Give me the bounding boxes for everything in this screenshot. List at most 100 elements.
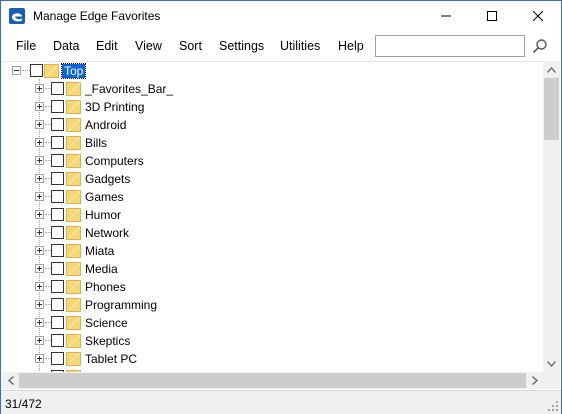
folder-icon: [66, 189, 81, 204]
favorites-tree[interactable]: Top _Favorites_Bar_ 3D Printing Android Bil…: [2, 61, 543, 372]
expand-icon[interactable]: [35, 156, 44, 165]
menu-help[interactable]: Help: [338, 39, 364, 53]
tree-node-label[interactable]: Programming: [85, 298, 157, 312]
vertical-scroll-thumb[interactable]: [544, 78, 559, 140]
tree-node-row[interactable]: _Favorites_Bar_: [2, 80, 543, 98]
expand-icon[interactable]: [35, 228, 44, 237]
scroll-up-button[interactable]: [543, 61, 560, 78]
tree-node-label[interactable]: Media: [85, 262, 118, 276]
tree-node-row[interactable]: Media: [2, 260, 543, 278]
tree-checkbox[interactable]: [51, 280, 64, 293]
tree-checkbox[interactable]: [51, 100, 64, 113]
tree-checkbox[interactable]: [51, 82, 64, 95]
menu-settings[interactable]: Settings: [219, 39, 264, 53]
expand-icon[interactable]: [35, 102, 44, 111]
tree-node-label[interactable]: Tablet PC: [85, 352, 137, 366]
tree-checkbox[interactable]: [51, 244, 64, 257]
tree-node-row[interactable]: Phones: [2, 278, 543, 296]
expand-icon[interactable]: [35, 84, 44, 93]
search-input[interactable]: [375, 35, 525, 57]
tree-node-label[interactable]: Phones: [85, 280, 126, 294]
chevron-down-icon: [547, 360, 556, 367]
expand-icon[interactable]: [35, 246, 44, 255]
maximize-button[interactable]: [469, 1, 515, 31]
tree-node-row[interactable]: Tablet PC: [2, 350, 543, 368]
folder-icon: [66, 351, 81, 366]
tree-node-label[interactable]: Skeptics: [85, 334, 130, 348]
title-bar[interactable]: Manage Edge Favorites: [1, 1, 561, 31]
expand-icon[interactable]: [35, 120, 44, 129]
tree-checkbox[interactable]: [51, 226, 64, 239]
menu-file[interactable]: File: [16, 39, 36, 53]
menu-view[interactable]: View: [135, 39, 162, 53]
resize-grip-icon[interactable]: [547, 400, 559, 412]
tree-checkbox[interactable]: [51, 190, 64, 203]
folder-icon: [66, 153, 81, 168]
tree-node-row[interactable]: Computers: [2, 152, 543, 170]
tree-node-label[interactable]: Games: [85, 190, 124, 204]
tree-node-label[interactable]: Bills: [85, 136, 107, 150]
tree-checkbox[interactable]: [51, 136, 64, 149]
tree-node-row[interactable]: Science: [2, 314, 543, 332]
tree-node-row[interactable]: Skeptics: [2, 332, 543, 350]
folder-icon: [66, 99, 81, 114]
tree-node-label[interactable]: Miata: [85, 244, 114, 258]
search-button[interactable]: [529, 35, 551, 57]
collapse-icon[interactable]: [12, 66, 21, 75]
tree-checkbox[interactable]: [51, 154, 64, 167]
scroll-left-button[interactable]: [2, 372, 19, 389]
expand-icon[interactable]: [35, 318, 44, 327]
tree-checkbox[interactable]: [30, 64, 43, 77]
edge-icon: [9, 8, 25, 24]
tree-checkbox[interactable]: [51, 262, 64, 275]
tree-node-row[interactable]: Android: [2, 116, 543, 134]
tree-checkbox[interactable]: [51, 118, 64, 131]
tree-checkbox[interactable]: [51, 208, 64, 221]
tree-node-label[interactable]: Science: [85, 316, 128, 330]
expand-icon[interactable]: [35, 174, 44, 183]
folder-icon: [66, 297, 81, 312]
scroll-down-button[interactable]: [543, 355, 560, 372]
expand-icon[interactable]: [35, 336, 44, 345]
minimize-button[interactable]: [423, 1, 469, 31]
expand-icon[interactable]: [35, 282, 44, 291]
close-button[interactable]: [515, 1, 561, 31]
expand-icon[interactable]: [35, 264, 44, 273]
tree-node-row[interactable]: Humor: [2, 206, 543, 224]
tree-node-label[interactable]: 3D Printing: [85, 100, 144, 114]
tree-root-label[interactable]: Top: [60, 63, 87, 79]
tree-node-label[interactable]: Gadgets: [85, 172, 130, 186]
main-window: Manage Edge Favorites File Data Edit Vie…: [0, 0, 562, 414]
tree-node-label[interactable]: Network: [85, 226, 129, 240]
tree-node-label[interactable]: Humor: [85, 208, 121, 222]
expand-icon[interactable]: [35, 210, 44, 219]
tree-node-row[interactable]: Bills: [2, 134, 543, 152]
tree-node-label[interactable]: Android: [85, 118, 126, 132]
tree-node-row[interactable]: Games: [2, 188, 543, 206]
vertical-scrollbar[interactable]: [543, 61, 560, 372]
tree-node-label[interactable]: _Favorites_Bar_: [85, 82, 173, 96]
expand-icon[interactable]: [35, 354, 44, 363]
tree-checkbox[interactable]: [51, 172, 64, 185]
menu-utilities[interactable]: Utilities: [280, 39, 320, 53]
scroll-right-button[interactable]: [526, 372, 543, 389]
menu-sort[interactable]: Sort: [179, 39, 202, 53]
tree-node-row[interactable]: 3D Printing: [2, 98, 543, 116]
tree-checkbox[interactable]: [51, 316, 64, 329]
expand-icon[interactable]: [35, 138, 44, 147]
tree-checkbox[interactable]: [51, 334, 64, 347]
menu-edit[interactable]: Edit: [96, 39, 118, 53]
tree-node-label[interactable]: Computers: [85, 154, 144, 168]
horizontal-scrollbar[interactable]: [2, 372, 543, 389]
horizontal-scroll-thumb[interactable]: [19, 373, 526, 388]
tree-node-row[interactable]: Network: [2, 224, 543, 242]
tree-checkbox[interactable]: [51, 352, 64, 365]
tree-node-row[interactable]: Programming: [2, 296, 543, 314]
expand-icon[interactable]: [35, 300, 44, 309]
tree-node-row[interactable]: Gadgets: [2, 170, 543, 188]
expand-icon[interactable]: [35, 192, 44, 201]
tree-checkbox[interactable]: [51, 298, 64, 311]
tree-node-row[interactable]: Miata: [2, 242, 543, 260]
tree-root-row[interactable]: Top: [2, 62, 543, 80]
menu-data[interactable]: Data: [53, 39, 79, 53]
